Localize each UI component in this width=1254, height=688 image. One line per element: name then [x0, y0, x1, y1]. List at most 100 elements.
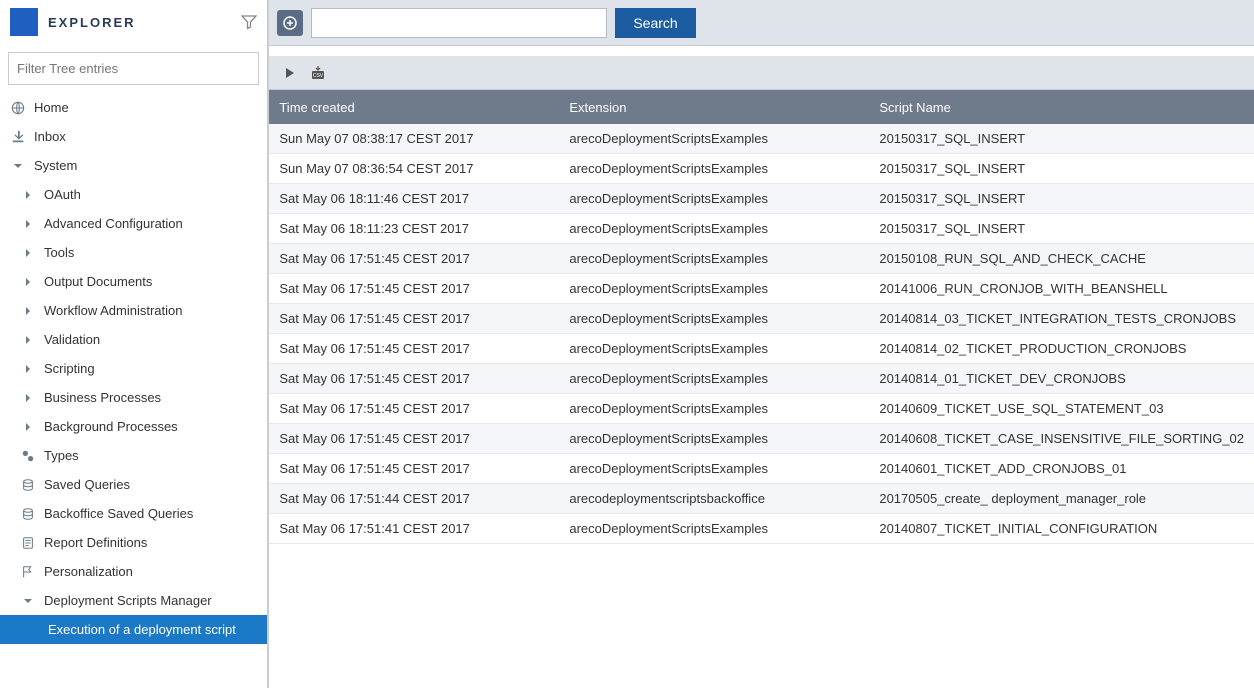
types-icon — [20, 449, 36, 463]
cell-extension: arecoDeploymentScriptsExamples — [559, 461, 869, 476]
nav-deployment-scripts-manager[interactable]: Deployment Scripts Manager — [0, 586, 267, 615]
nav-label: Execution of a deployment script — [48, 622, 236, 637]
nav-output-documents[interactable]: Output Documents — [0, 267, 267, 296]
cell-time: Sat May 06 17:51:45 CEST 2017 — [269, 251, 559, 266]
nav-backoffice-saved-queries[interactable]: Backoffice Saved Queries — [0, 499, 267, 528]
table-row[interactable]: Sat May 06 17:51:45 CEST 2017arecoDeploy… — [269, 454, 1254, 484]
nav-advanced-config[interactable]: Advanced Configuration — [0, 209, 267, 238]
nav-workflow-admin[interactable]: Workflow Administration — [0, 296, 267, 325]
table-row[interactable]: Sat May 06 17:51:45 CEST 2017arecoDeploy… — [269, 274, 1254, 304]
nav-label: Types — [44, 448, 79, 463]
cell-extension: arecoDeploymentScriptsExamples — [559, 251, 869, 266]
cell-extension: arecoDeploymentScriptsExamples — [559, 311, 869, 326]
results-toolbar: CSV — [269, 56, 1254, 90]
table-row[interactable]: Sat May 06 17:51:45 CEST 2017arecoDeploy… — [269, 334, 1254, 364]
nav-oauth[interactable]: OAuth — [0, 180, 267, 209]
nav-label: Personalization — [44, 564, 133, 579]
globe-icon — [10, 101, 26, 115]
cell-extension: arecoDeploymentScriptsExamples — [559, 401, 869, 416]
cell-script: 20141006_RUN_CRONJOB_WITH_BEANSHELL — [869, 281, 1254, 296]
cell-time: Sat May 06 17:51:45 CEST 2017 — [269, 431, 559, 446]
nav-tools[interactable]: Tools — [0, 238, 267, 267]
logo-icon — [10, 8, 38, 36]
nav-execution-deployment-script[interactable]: Execution of a deployment script — [0, 615, 267, 644]
cell-extension: arecoDeploymentScriptsExamples — [559, 221, 869, 236]
nav-scripting[interactable]: Scripting — [0, 354, 267, 383]
table-row[interactable]: Sat May 06 17:51:45 CEST 2017arecoDeploy… — [269, 244, 1254, 274]
table-row[interactable]: Sat May 06 17:51:44 CEST 2017arecodeploy… — [269, 484, 1254, 514]
filter-input[interactable] — [8, 52, 259, 85]
cell-time: Sat May 06 17:51:41 CEST 2017 — [269, 521, 559, 536]
table-body: Sun May 07 08:38:17 CEST 2017arecoDeploy… — [269, 124, 1254, 544]
cell-script: 20140609_TICKET_USE_SQL_STATEMENT_03 — [869, 401, 1254, 416]
table-row[interactable]: Sat May 06 18:11:23 CEST 2017arecoDeploy… — [269, 214, 1254, 244]
filter-icon[interactable] — [241, 14, 257, 30]
table-row[interactable]: Sat May 06 17:51:41 CEST 2017arecoDeploy… — [269, 514, 1254, 544]
cell-time: Sat May 06 17:51:45 CEST 2017 — [269, 461, 559, 476]
table-row[interactable]: Sun May 07 08:38:17 CEST 2017arecoDeploy… — [269, 124, 1254, 154]
cell-time: Sat May 06 17:51:45 CEST 2017 — [269, 281, 559, 296]
nav-label: Inbox — [34, 129, 66, 144]
play-button[interactable] — [281, 64, 299, 82]
search-toolbar: Search — [269, 0, 1254, 46]
nav-label: Business Processes — [44, 390, 161, 405]
column-header-extension[interactable]: Extension — [559, 100, 869, 115]
column-header-time[interactable]: Time created — [269, 100, 559, 115]
table-row[interactable]: Sat May 06 17:51:45 CEST 2017arecoDeploy… — [269, 304, 1254, 334]
results-table: Time created Extension Script Name Sun M… — [269, 90, 1254, 544]
cell-time: Sun May 07 08:38:17 CEST 2017 — [269, 131, 559, 146]
table-header: Time created Extension Script Name — [269, 90, 1254, 124]
nav-home[interactable]: Home — [0, 93, 267, 122]
nav-inbox[interactable]: Inbox — [0, 122, 267, 151]
cell-script: 20140608_TICKET_CASE_INSENSITIVE_FILE_SO… — [869, 431, 1254, 446]
table-row[interactable]: Sat May 06 18:11:46 CEST 2017arecoDeploy… — [269, 184, 1254, 214]
nav-label: Deployment Scripts Manager — [44, 593, 212, 608]
caret-right-icon — [26, 365, 30, 373]
caret-right-icon — [26, 278, 30, 286]
nav-label: Advanced Configuration — [44, 216, 183, 231]
nav-system[interactable]: System — [0, 151, 267, 180]
caret-down-icon — [14, 164, 22, 168]
document-icon — [20, 536, 36, 550]
nav-report-definitions[interactable]: Report Definitions — [0, 528, 267, 557]
nav-label: Backoffice Saved Queries — [44, 506, 193, 521]
nav-personalization[interactable]: Personalization — [0, 557, 267, 586]
search-input[interactable] — [311, 8, 607, 38]
column-header-script[interactable]: Script Name — [869, 100, 1254, 115]
cell-script: 20170505_create_ deployment_manager_role — [869, 491, 1254, 506]
cell-extension: arecoDeploymentScriptsExamples — [559, 131, 869, 146]
cell-extension: arecoDeploymentScriptsExamples — [559, 371, 869, 386]
cell-time: Sun May 07 08:36:54 CEST 2017 — [269, 161, 559, 176]
nav-types[interactable]: Types — [0, 441, 267, 470]
nav-label: Saved Queries — [44, 477, 130, 492]
main-panel: Search CSV Time created Extension Script… — [269, 0, 1254, 688]
database-icon — [20, 507, 36, 521]
nav-tree: Home Inbox System OAuth Advanced Configu… — [0, 93, 267, 688]
table-row[interactable]: Sat May 06 17:51:45 CEST 2017arecoDeploy… — [269, 394, 1254, 424]
export-csv-button[interactable]: CSV — [309, 64, 327, 82]
table-row[interactable]: Sat May 06 17:51:45 CEST 2017arecoDeploy… — [269, 424, 1254, 454]
cell-script: 20140814_02_TICKET_PRODUCTION_CRONJOBS — [869, 341, 1254, 356]
flag-icon — [20, 565, 36, 579]
search-settings-button[interactable] — [277, 10, 303, 36]
explorer-title: EXPLORER — [48, 15, 231, 30]
nav-business-processes[interactable]: Business Processes — [0, 383, 267, 412]
nav-label: Workflow Administration — [44, 303, 182, 318]
nav-background-processes[interactable]: Background Processes — [0, 412, 267, 441]
nav-label: System — [34, 158, 77, 173]
table-row[interactable]: Sat May 06 17:51:45 CEST 2017arecoDeploy… — [269, 364, 1254, 394]
cell-time: Sat May 06 17:51:45 CEST 2017 — [269, 341, 559, 356]
table-row[interactable]: Sun May 07 08:36:54 CEST 2017arecoDeploy… — [269, 154, 1254, 184]
cell-script: 20140814_03_TICKET_INTEGRATION_TESTS_CRO… — [869, 311, 1254, 326]
nav-validation[interactable]: Validation — [0, 325, 267, 354]
cell-time: Sat May 06 17:51:45 CEST 2017 — [269, 371, 559, 386]
cell-extension: arecoDeploymentScriptsExamples — [559, 431, 869, 446]
caret-right-icon — [26, 423, 30, 431]
nav-label: Output Documents — [44, 274, 152, 289]
nav-label: OAuth — [44, 187, 81, 202]
cell-time: Sat May 06 17:51:45 CEST 2017 — [269, 311, 559, 326]
caret-right-icon — [26, 307, 30, 315]
nav-saved-queries[interactable]: Saved Queries — [0, 470, 267, 499]
cell-extension: arecoDeploymentScriptsExamples — [559, 161, 869, 176]
search-button[interactable]: Search — [615, 8, 695, 38]
